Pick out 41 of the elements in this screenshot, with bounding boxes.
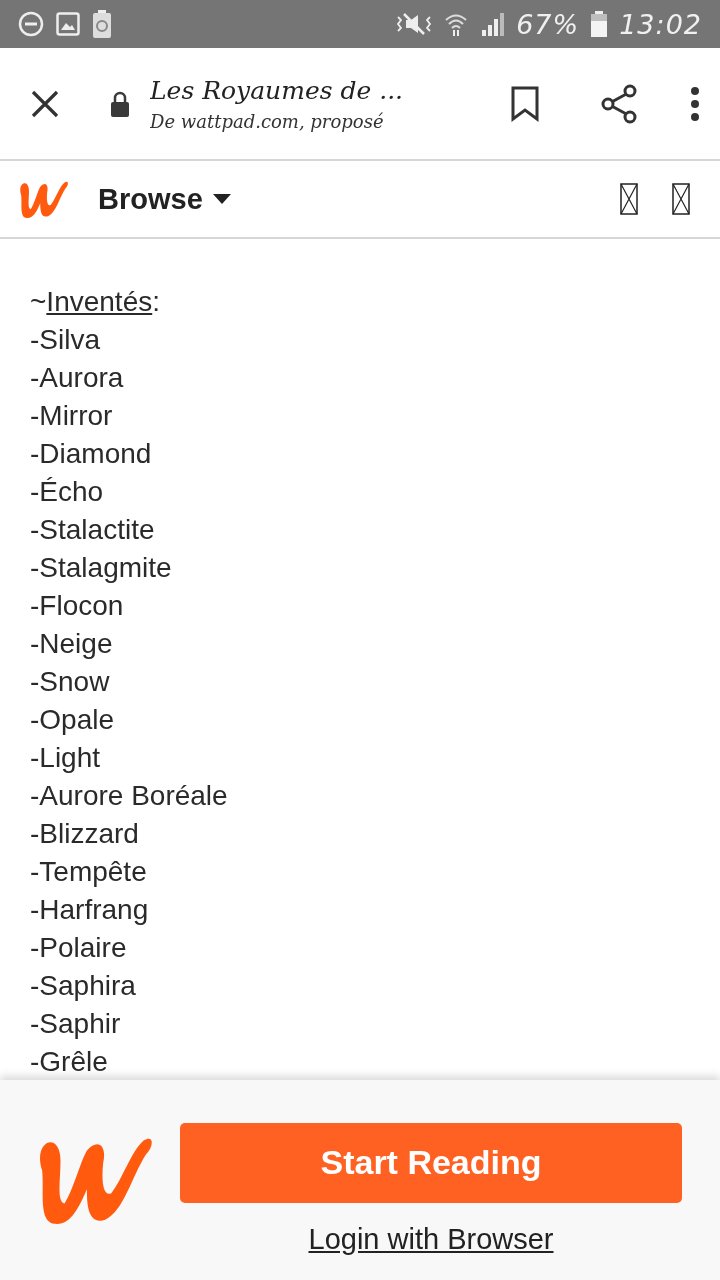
list-item: -Diamond	[30, 437, 153, 471]
list-item: -Grêle	[30, 1045, 109, 1079]
bookmark-icon[interactable]	[510, 85, 540, 122]
list-item: -Stalagmite	[30, 551, 173, 585]
signal-icon	[480, 12, 505, 36]
battery-icon	[591, 11, 608, 37]
browse-menu[interactable]: Browse	[98, 182, 231, 216]
page-source: De wattpad.com, proposé	[150, 110, 385, 132]
list-item: -Tempête	[30, 855, 148, 889]
login-link[interactable]: Login with Browser	[308, 1222, 554, 1256]
image-icon	[56, 12, 80, 36]
list-item: -Neige	[30, 627, 114, 661]
list-item: -Aurora	[30, 361, 125, 395]
list-item: -Écho	[30, 475, 105, 509]
list-item: -Opale	[30, 703, 116, 737]
list-item: -Stalactite	[30, 513, 156, 547]
close-icon[interactable]	[30, 88, 60, 119]
section-heading: ~Inventés:	[30, 285, 161, 319]
missing-glyph-icon[interactable]	[620, 183, 638, 215]
list-item: -Flocon	[30, 589, 125, 623]
list-item: -Silva	[30, 323, 101, 357]
list-item: -Snow	[30, 665, 111, 699]
share-icon[interactable]	[600, 83, 638, 124]
do-not-disturb-icon	[18, 11, 44, 37]
more-menu-icon[interactable]	[690, 86, 700, 121]
battery-percentage: 67%	[516, 8, 580, 40]
list-item: -Saphir	[30, 1007, 122, 1041]
mute-vibrate-icon	[396, 11, 433, 37]
list-item: -Harfrang	[30, 893, 150, 927]
missing-glyph-icon[interactable]	[672, 183, 690, 215]
list-item: -Light	[30, 741, 102, 775]
list-item: -Blizzard	[30, 817, 140, 851]
list-item: -Saphira	[30, 969, 137, 1003]
clock: 13:02	[619, 8, 702, 40]
list-item: -Mirror	[30, 399, 114, 433]
page-title: Les Royaumes de ...	[150, 75, 405, 105]
list-item: -Aurore Boréale	[30, 779, 229, 813]
lock-icon	[110, 90, 130, 117]
caret-icon	[212, 194, 231, 204]
list-item: -Polaire	[30, 931, 128, 965]
battery-recycle-icon	[92, 10, 112, 38]
